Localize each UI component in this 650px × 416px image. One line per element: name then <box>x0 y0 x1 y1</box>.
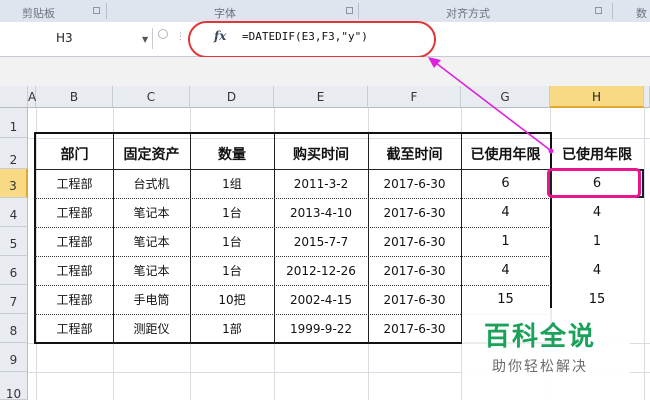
watermark-subtitle: 助你轻松解决 <box>492 359 588 375</box>
callout-arrow-line <box>431 59 551 151</box>
watermark: 百科全说 助你轻松解决 <box>462 308 630 400</box>
watermark-title: 百科全说 <box>484 322 597 352</box>
callout-arrow-tail <box>548 148 554 154</box>
